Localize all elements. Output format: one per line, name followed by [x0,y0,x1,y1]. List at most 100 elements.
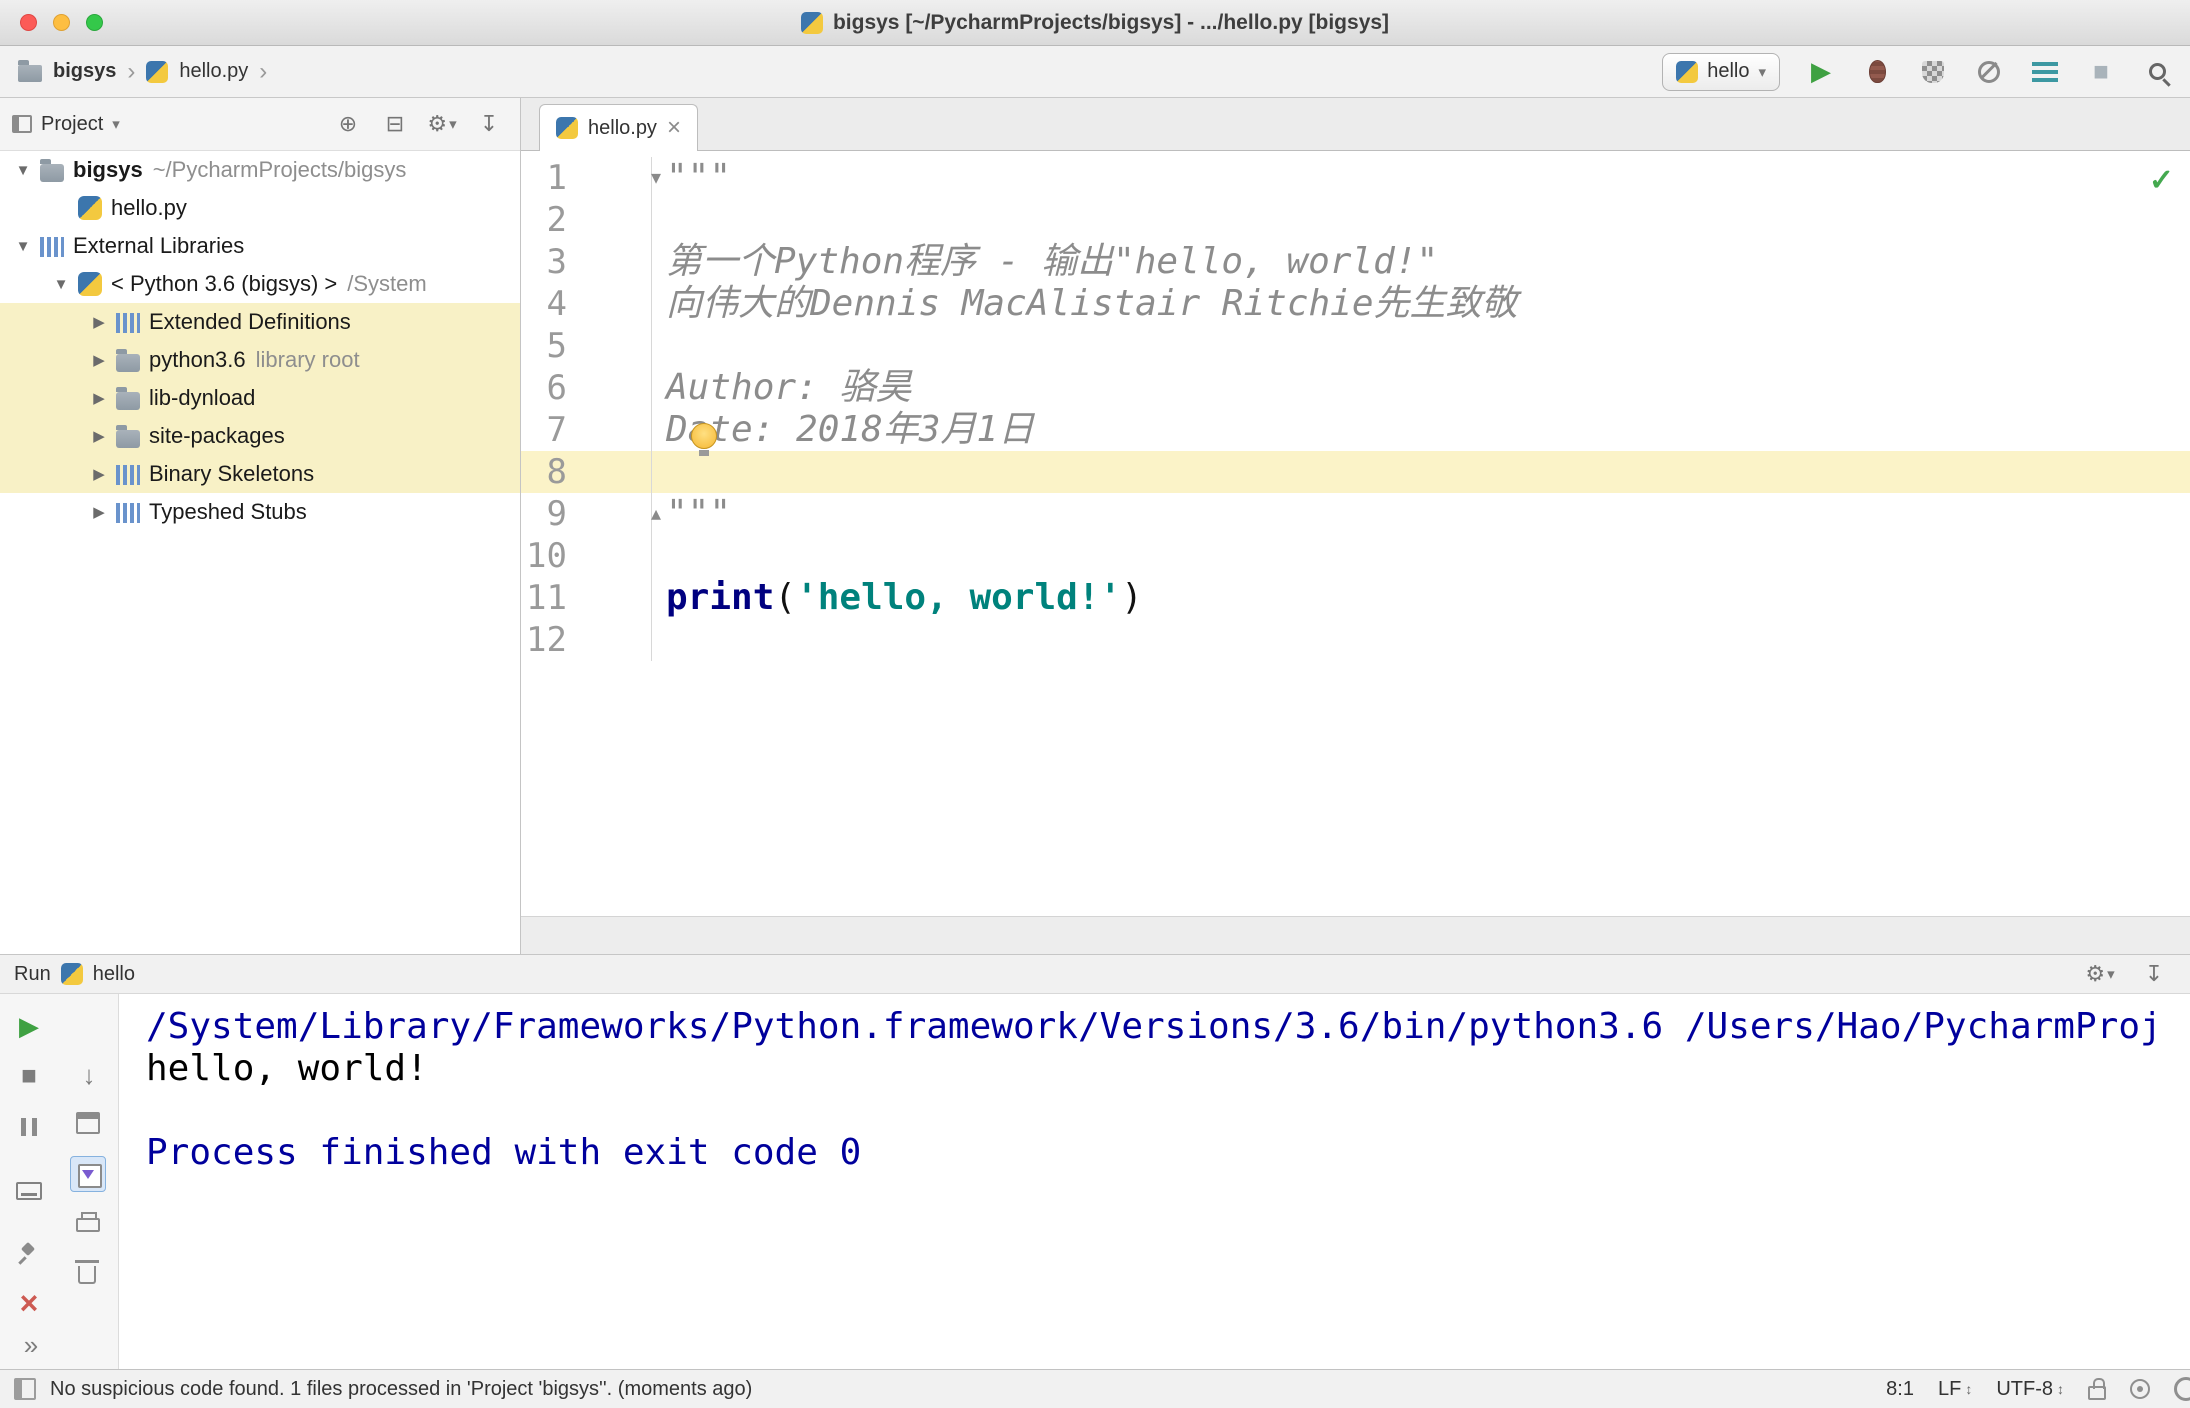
hide-run-window-button[interactable]: ↧ [2132,961,2176,987]
line-number: 2 [546,200,567,240]
window-title: bigsys [~/PycharmProjects/bigsys] - .../… [832,10,1390,34]
run-settings-button[interactable]: ⚙ ▾ [2078,961,2122,987]
print-icon[interactable] [76,1212,100,1232]
chevron-down-icon[interactable]: ▼ [48,276,74,293]
fold-marker-icon[interactable]: ▾ [573,157,661,199]
tree-item-typeshed-stubs[interactable]: ▶ Typeshed Stubs [0,493,520,531]
tree-item-binary-skeletons[interactable]: ▶ Binary Skeletons [0,455,520,493]
close-tab-icon[interactable]: × [667,116,681,140]
code-text: print('hello, world!') [666,577,1143,618]
inspections-hector-icon[interactable] [2130,1379,2150,1399]
editor-line-4[interactable]: 4 向伟大的Dennis MacAlistair Ritchie先生致敬 [521,283,2190,325]
chevron-right-icon[interactable]: ▶ [86,351,112,369]
tree-item-external-libraries[interactable]: ▼ External Libraries [0,227,520,265]
caret-position[interactable]: 8:1 [1886,1378,1914,1401]
editor-line-12[interactable]: 12 [521,619,2190,661]
run-button[interactable]: ▶ [1806,56,1836,87]
fold-gutter [573,535,652,577]
minimize-window-button[interactable] [53,14,70,31]
fold-gutter [573,367,652,409]
chevron-down-icon[interactable]: ▾ [112,115,120,133]
chevron-right-icon[interactable]: ▶ [86,503,112,521]
clear-all-icon[interactable] [75,1260,99,1284]
editor-lines: 1 ▾ """ 2 3 第一个Python程序 - 输出"hello, world!" 4… [521,151,2190,661]
close-window-button[interactable] [20,14,37,31]
coverage-button[interactable] [1918,57,1948,87]
horizontal-scrollbar[interactable] [521,916,2190,954]
more-actions-icon[interactable]: » [16,1330,46,1360]
close-console-button[interactable]: × [14,1285,44,1321]
editor-tab-hello-py[interactable]: hello.py × [539,104,698,151]
editor-line-10[interactable]: 10 [521,535,2190,577]
readonly-lock-icon[interactable] [2088,1378,2106,1400]
intention-bulb-icon[interactable] [691,423,717,456]
fold-gutter [573,619,652,661]
chevron-right-icon: › [259,57,268,85]
rerun-button[interactable]: ▶ [14,1011,44,1041]
project-view-selector[interactable]: Project [41,113,103,136]
chevron-right-icon[interactable]: ▶ [86,427,112,445]
tree-item-label: site-packages [149,423,285,448]
console-output[interactable]: /System/Library/Frameworks/Python.framew… [119,994,2190,1369]
project-tool-window-header: Project ▾ ⊕ ⊟ ⚙ ▾ ↧ [0,98,520,151]
breadcrumb-project[interactable]: bigsys [53,60,116,83]
fold-gutter [573,283,652,325]
editor-line-1[interactable]: 1 ▾ """ [521,157,2190,199]
editor-line-7[interactable]: 7 Date: 2018年3月1日 [521,409,2190,451]
fold-marker-icon[interactable]: ▴ [573,493,661,535]
editor-line-5[interactable]: 5 [521,325,2190,367]
zoom-window-button[interactable] [86,14,103,31]
restore-layout-button[interactable] [76,1112,100,1134]
run-configuration-label: hello [1707,60,1750,82]
chevron-down-icon[interactable]: ▼ [10,238,36,255]
fold-gutter [573,241,652,283]
show-console-icon[interactable] [16,1182,42,1200]
toolwindow-toggle-icon[interactable] [14,1378,36,1400]
chevron-right-icon[interactable]: ▶ [86,465,112,483]
chevron-down-icon: ▾ [2107,966,2115,983]
encoding-select[interactable]: UTF-8 ↕ [1996,1378,2064,1401]
folder-icon [116,348,140,372]
tree-item-site-packages[interactable]: ▶ site-packages [0,417,520,455]
line-separator-select[interactable]: LF ↕ [1938,1378,1972,1401]
tree-item--python-3.6-bigsys-[interactable]: ▼ < Python 3.6 (bigsys) > /System [0,265,520,303]
editor-line-3[interactable]: 3 第一个Python程序 - 输出"hello, world!" [521,241,2190,283]
tree-item-lib-dynload[interactable]: ▶ lib-dynload [0,379,520,417]
editor-line-9[interactable]: 9 ▴ """ [521,493,2190,535]
tree-item-label: Binary Skeletons [149,461,315,486]
run-tool-window-header[interactable]: Run hello ⚙ ▾ ↧ [0,955,2190,994]
chevron-right-icon[interactable]: ▶ [86,313,112,331]
editor-line-8[interactable]: 8 [521,451,2190,493]
concurrency-button[interactable] [2030,57,2060,87]
chevron-down-icon[interactable]: ▼ [10,162,36,179]
tree-item-extended-definitions[interactable]: ▶ Extended Definitions [0,303,520,341]
search-everywhere-button[interactable] [2142,57,2172,87]
collapse-all-button[interactable]: ⊟ [376,111,414,137]
breadcrumb-file[interactable]: hello.py [179,60,248,83]
pin-tab-icon[interactable] [17,1242,39,1266]
pause-output-button[interactable] [21,1118,37,1136]
tree-item-python3.6[interactable]: ▶ python3.6 library root [0,341,520,379]
libraries-icon [116,503,140,523]
scroll-down-button[interactable]: ↓ [74,1060,104,1090]
fold-gutter [573,577,652,619]
editor-line-6[interactable]: 6 Author: 骆昊 [521,367,2190,409]
hide-tool-window-button[interactable]: ↧ [470,111,508,137]
code-text: """ [666,493,732,534]
tree-item-bigsys[interactable]: ▼ bigsys ~/PycharmProjects/bigsys [0,151,520,189]
locate-file-button[interactable]: ⊕ [329,111,367,137]
settings-button[interactable]: ⚙ ▾ [423,111,461,137]
run-configuration-select[interactable]: hello ▾ [1662,52,1780,91]
scroll-to-end-button[interactable] [70,1156,106,1192]
profiler-button[interactable] [1974,57,2004,87]
debug-button[interactable] [1862,57,1892,87]
search-icon[interactable] [2174,1377,2190,1401]
tree-item-hello.py[interactable]: hello.py [0,189,520,227]
chevron-right-icon[interactable]: ▶ [86,389,112,407]
editor-line-2[interactable]: 2 [521,199,2190,241]
editor-line-11[interactable]: 11 print('hello, world!') [521,577,2190,619]
code-editor[interactable]: 1 ▾ """ 2 3 第一个Python程序 - 输出"hello, world!" 4… [521,151,2190,954]
